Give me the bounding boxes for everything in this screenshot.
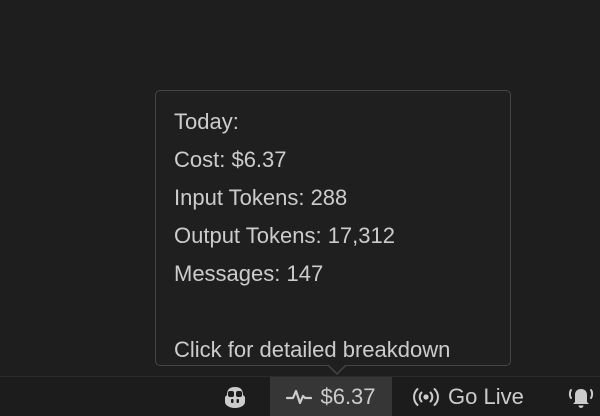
tooltip-input-tokens: Input Tokens: 288 bbox=[174, 185, 348, 210]
tooltip-messages: Messages: 147 bbox=[174, 261, 324, 286]
tooltip-spacer bbox=[174, 293, 492, 331]
cost-label: $6.37 bbox=[320, 383, 376, 409]
bell-icon bbox=[566, 385, 596, 409]
go-live-button[interactable]: Go Live bbox=[412, 377, 524, 416]
tooltip-cost: Cost: $6.37 bbox=[174, 147, 287, 172]
go-live-label: Go Live bbox=[448, 383, 524, 409]
cost-status-button[interactable]: $6.37 bbox=[270, 377, 392, 416]
tooltip-heading: Today: bbox=[174, 109, 239, 134]
notifications-button[interactable] bbox=[566, 377, 596, 416]
tooltip-output-tokens: Output Tokens: 17,312 bbox=[174, 223, 395, 248]
status-bar: $6.37 Go Live bbox=[0, 376, 600, 416]
pulse-icon bbox=[286, 387, 313, 407]
copilot-icon bbox=[221, 384, 249, 410]
usage-tooltip[interactable]: Today: Cost: $6.37 Input Tokens: 288 Out… bbox=[155, 90, 511, 375]
tooltip-arrow bbox=[327, 364, 347, 375]
broadcast-icon bbox=[412, 387, 440, 407]
copilot-status-button[interactable] bbox=[216, 377, 254, 416]
